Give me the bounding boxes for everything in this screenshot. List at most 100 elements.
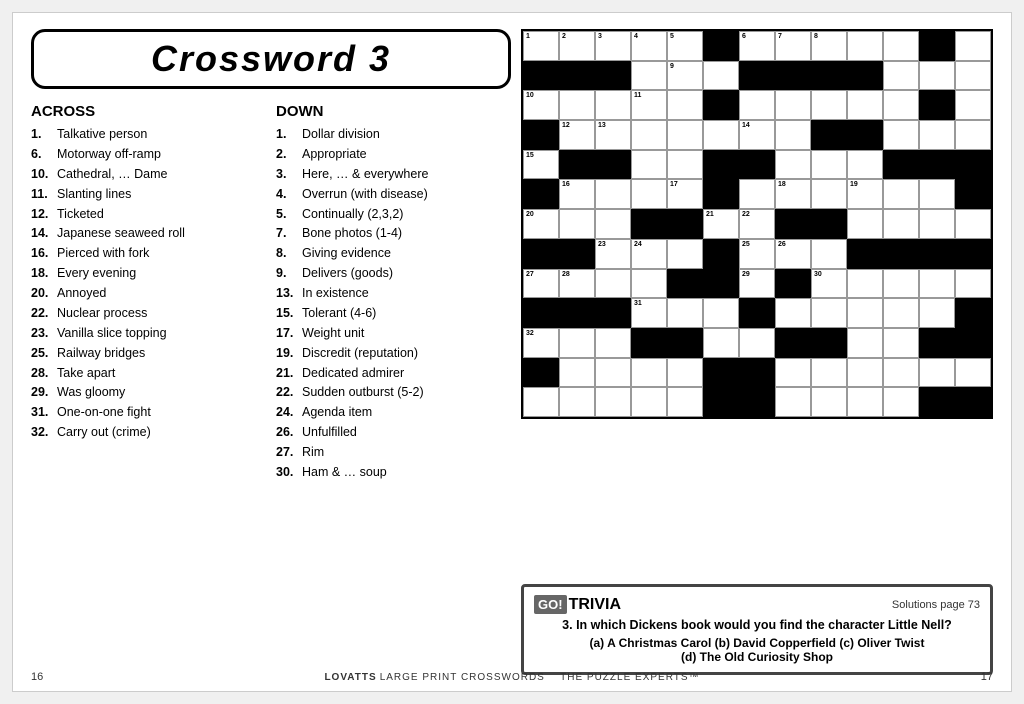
clue-text: Vanilla slice topping [57,325,266,342]
cell-4-11 [919,150,955,180]
cell-8-2 [595,269,631,299]
cell-9-3: 31 [631,298,667,328]
cell-10-11 [919,328,955,358]
cell-10-9 [847,328,883,358]
cell-6-4 [667,209,703,239]
grid-wrapper: 1234567891011121314151617181920212223242… [521,29,993,574]
cell-1-7 [775,61,811,91]
clue-text: Ticketed [57,206,266,223]
cell-8-11 [919,269,955,299]
clue-number: 24. [276,404,302,421]
cell-4-9 [847,150,883,180]
cell-9-0 [523,298,559,328]
cell-4-5 [703,150,739,180]
clue-item: 7.Bone photos (1-4) [276,225,511,242]
clue-number: 32. [31,424,57,441]
cell-11-8 [811,358,847,388]
cell-6-5: 21 [703,209,739,239]
cell-9-10 [883,298,919,328]
cell-9-7 [775,298,811,328]
cell-2-12 [955,90,991,120]
cell-8-1: 28 [559,269,595,299]
title: Crossword 3 [54,38,488,80]
cell-5-8 [811,179,847,209]
clue-text: Weight unit [302,325,511,342]
cell-7-8 [811,239,847,269]
clue-text: Overrun (with disease) [302,186,511,203]
cell-1-8 [811,61,847,91]
clue-item: 9.Delivers (goods) [276,265,511,282]
clue-item: 20.Annoyed [31,285,266,302]
cell-3-4 [667,120,703,150]
cell-2-10 [883,90,919,120]
cell-8-4 [667,269,703,299]
clue-item: 15.Tolerant (4-6) [276,305,511,322]
cell-4-10 [883,150,919,180]
clue-text: Discredit (reputation) [302,345,511,362]
cell-10-10 [883,328,919,358]
clue-number: 19. [276,345,302,362]
cell-8-3 [631,269,667,299]
cell-2-2 [595,90,631,120]
cell-5-11 [919,179,955,209]
cell-7-7: 26 [775,239,811,269]
footer-page-right: 17 [981,671,993,683]
clue-number: 28. [31,365,57,382]
cell-10-2 [595,328,631,358]
clue-item: 6.Motorway off-ramp [31,146,266,163]
clue-text: Here, … & everywhere [302,166,511,183]
cell-4-3 [631,150,667,180]
cell-5-0 [523,179,559,209]
cell-4-1 [559,150,595,180]
cell-11-5 [703,358,739,388]
cell-4-7 [775,150,811,180]
cell-7-2: 23 [595,239,631,269]
trivia-header: GO! TRIVIA Solutions page 73 [534,595,980,614]
cell-11-12 [955,358,991,388]
cell-4-8 [811,150,847,180]
across-label: ACROSS [31,103,266,120]
clue-text: Ham & … soup [302,464,511,481]
clue-item: 32.Carry out (crime) [31,424,266,441]
clue-number: 16. [31,245,57,262]
clue-number: 9. [276,265,302,282]
page: Crossword 3 ACROSS 1.Talkative person6.M… [12,12,1012,692]
cell-8-0: 27 [523,269,559,299]
cell-5-3 [631,179,667,209]
cell-2-11 [919,90,955,120]
clue-item: 8.Giving evidence [276,245,511,262]
cell-7-1 [559,239,595,269]
cell-9-8 [811,298,847,328]
cell-6-0: 20 [523,209,559,239]
clue-item: 10.Cathedral, … Dame [31,166,266,183]
clue-number: 18. [31,265,57,282]
clue-number: 31. [31,404,57,421]
cell-6-11 [919,209,955,239]
cell-0-9 [847,31,883,61]
cell-11-7 [775,358,811,388]
cell-5-9: 19 [847,179,883,209]
clue-number: 22. [31,305,57,322]
clue-text: Take apart [57,365,266,382]
clues-container: ACROSS 1.Talkative person6.Motorway off-… [31,103,511,484]
clue-number: 25. [31,345,57,362]
clue-text: In existence [302,285,511,302]
cell-1-6 [739,61,775,91]
clue-item: 2.Appropriate [276,146,511,163]
cell-3-10 [883,120,919,150]
clue-text: Unfulfilled [302,424,511,441]
title-box: Crossword 3 [31,29,511,89]
cell-1-9 [847,61,883,91]
clue-item: 31.One-on-one fight [31,404,266,421]
clue-item: 22.Nuclear process [31,305,266,322]
cell-12-6 [739,387,775,417]
cell-1-1 [559,61,595,91]
cell-2-3: 11 [631,90,667,120]
trivia-logo-text: TRIVIA [569,596,621,614]
cell-11-3 [631,358,667,388]
trivia-question: 3. In which Dickens book would you find … [534,618,980,632]
cell-12-1 [559,387,595,417]
clue-text: Appropriate [302,146,511,163]
cell-8-7 [775,269,811,299]
cell-5-1: 16 [559,179,595,209]
